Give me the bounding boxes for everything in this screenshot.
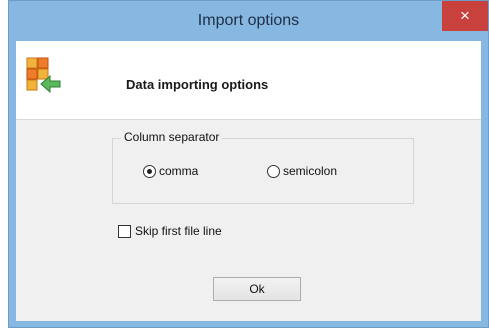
comma-label: comma [159, 164, 199, 178]
skip-first-line-checkbox[interactable]: Skip first file line [118, 223, 222, 239]
checkbox-icon[interactable] [118, 224, 131, 238]
radio-selected-icon[interactable] [143, 164, 156, 178]
column-separator-group: Column separator comma semicolon [112, 130, 414, 204]
import-table-icon [26, 57, 61, 93]
comma-radio[interactable]: comma [143, 163, 198, 179]
close-icon: × [460, 6, 470, 25]
header-title: Data importing options [126, 77, 269, 92]
column-separator-label: Column separator [121, 130, 223, 144]
semicolon-radio[interactable]: semicolon [267, 163, 337, 179]
semicolon-label: semicolon [283, 164, 338, 178]
title-bar[interactable]: Import options × [9, 1, 488, 41]
close-button[interactable]: × [442, 1, 488, 31]
dialog-header: Data importing options [16, 41, 481, 120]
import-options-window: Import options × Data importing options … [8, 0, 489, 328]
dialog-body: Column separator comma semicolon Skip fi… [16, 120, 481, 321]
window-title: Import options [197, 12, 300, 29]
radio-unselected-icon[interactable] [267, 164, 280, 178]
ok-button[interactable]: Ok [213, 277, 301, 301]
skip-first-line-label: Skip first file line [135, 224, 222, 238]
